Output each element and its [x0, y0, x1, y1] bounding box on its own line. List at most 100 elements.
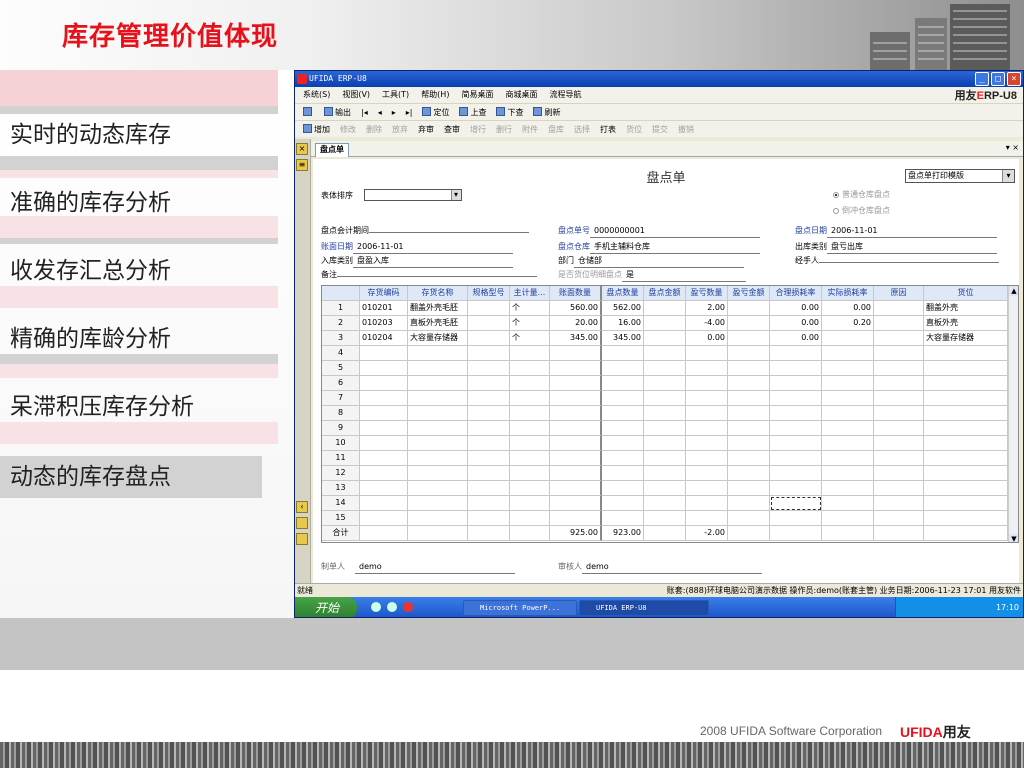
folder-icon[interactable] — [296, 517, 308, 529]
table-cell[interactable] — [924, 421, 1008, 436]
table-cell[interactable] — [468, 451, 510, 466]
table-cell[interactable] — [644, 421, 686, 436]
table-cell[interactable] — [468, 376, 510, 391]
table-cell[interactable] — [924, 361, 1008, 376]
table-row-12[interactable]: 12 — [322, 466, 1008, 481]
table-cell[interactable] — [550, 511, 602, 526]
start-button[interactable]: 开始 — [295, 597, 357, 617]
table-cell[interactable] — [770, 406, 822, 421]
menu-help[interactable]: 帮助(H) — [421, 87, 449, 103]
table-cell[interactable] — [728, 391, 770, 406]
table-cell[interactable] — [770, 526, 822, 541]
table-cell[interactable]: 010204 — [360, 331, 408, 346]
table-cell[interactable] — [360, 361, 408, 376]
column-header[interactable]: 规格型号 — [468, 286, 510, 301]
table-cell[interactable] — [602, 406, 644, 421]
table-cell[interactable] — [770, 481, 822, 496]
table-cell[interactable] — [822, 346, 874, 361]
table-cell[interactable]: 0.20 — [822, 316, 874, 331]
grid-header[interactable]: 存货编码 存货名称 规格型号 主计量... 账面数量 盘点数量 盘点金额 盈亏数量 盈亏金额 合理… — [322, 286, 1008, 301]
table-cell[interactable] — [468, 436, 510, 451]
table-cell[interactable] — [408, 391, 468, 406]
table-cell[interactable] — [550, 376, 602, 391]
print-button[interactable] — [303, 104, 314, 120]
table-cell[interactable] — [408, 526, 468, 541]
table-cell[interactable] — [770, 436, 822, 451]
table-cell[interactable] — [924, 451, 1008, 466]
auditor-input[interactable]: demo — [582, 561, 762, 574]
table-cell[interactable] — [686, 391, 728, 406]
table-cell[interactable] — [822, 466, 874, 481]
unaudit-button[interactable]: 弃审 — [418, 121, 434, 137]
table-cell[interactable] — [644, 406, 686, 421]
table-row-13[interactable]: 13 — [322, 481, 1008, 496]
table-cell[interactable] — [770, 421, 822, 436]
table-cell[interactable] — [550, 451, 602, 466]
table-cell[interactable] — [728, 421, 770, 436]
column-header[interactable]: 合理损耗率 — [770, 286, 822, 301]
prev-record-button[interactable]: ◂ — [378, 104, 382, 120]
u8-icon[interactable] — [403, 602, 413, 612]
table-cell[interactable] — [822, 526, 874, 541]
print-table-button[interactable]: 打表 — [600, 121, 616, 137]
table-cell[interactable] — [728, 496, 770, 511]
pin-icon[interactable]: ≡ — [296, 159, 308, 171]
table-cell[interactable] — [728, 331, 770, 346]
discard-button[interactable]: 放弃 — [392, 121, 408, 137]
table-cell[interactable] — [644, 511, 686, 526]
table-cell[interactable]: 0.00 — [822, 301, 874, 316]
sort-select[interactable]: ▾ — [363, 189, 462, 201]
table-cell[interactable]: 2 — [322, 316, 360, 331]
table-cell[interactable] — [874, 526, 924, 541]
table-cell[interactable] — [602, 376, 644, 391]
book-date-input[interactable]: 2006-11-01 — [353, 241, 513, 254]
table-row-15[interactable]: 15 — [322, 511, 1008, 526]
table-cell[interactable] — [822, 421, 874, 436]
table-cell[interactable] — [550, 481, 602, 496]
table-cell[interactable] — [728, 511, 770, 526]
table-cell[interactable]: 345.00 — [602, 331, 644, 346]
table-cell[interactable] — [822, 496, 874, 511]
desktop-icon[interactable] — [371, 602, 381, 612]
table-cell[interactable] — [360, 526, 408, 541]
table-cell[interactable] — [644, 496, 686, 511]
table-cell[interactable] — [874, 481, 924, 496]
table-cell[interactable] — [468, 481, 510, 496]
table-row-7[interactable]: 7 — [322, 391, 1008, 406]
table-cell[interactable] — [408, 481, 468, 496]
table-cell[interactable] — [602, 421, 644, 436]
table-cell[interactable] — [408, 361, 468, 376]
table-cell[interactable]: 0.00 — [770, 331, 822, 346]
table-cell[interactable] — [468, 511, 510, 526]
table-cell[interactable]: 13 — [322, 481, 360, 496]
table-cell[interactable]: 大容量存储器 — [408, 331, 468, 346]
table-cell[interactable] — [822, 406, 874, 421]
table-cell[interactable] — [468, 331, 510, 346]
maximize-button[interactable]: □ — [991, 72, 1005, 86]
table-cell[interactable] — [602, 346, 644, 361]
table-cell[interactable] — [874, 331, 924, 346]
table-cell[interactable] — [874, 301, 924, 316]
table-cell[interactable] — [602, 496, 644, 511]
location-button[interactable]: 货位 — [626, 121, 642, 137]
table-cell[interactable]: -2.00 — [686, 526, 728, 541]
table-cell[interactable]: 合计 — [322, 526, 360, 541]
table-cell[interactable]: 直板外壳 — [924, 316, 1008, 331]
table-cell[interactable] — [550, 361, 602, 376]
column-header[interactable] — [322, 286, 360, 301]
table-cell[interactable]: 4 — [322, 346, 360, 361]
table-cell[interactable] — [408, 406, 468, 421]
radio-normal-warehouse[interactable]: 普通仓库盘点 — [833, 189, 890, 200]
column-header[interactable]: 存货名称 — [408, 286, 468, 301]
table-cell[interactable] — [644, 361, 686, 376]
table-cell[interactable]: 010201 — [360, 301, 408, 316]
column-header[interactable]: 盘点数量 — [602, 286, 644, 301]
table-cell[interactable] — [728, 406, 770, 421]
table-cell[interactable] — [924, 526, 1008, 541]
table-cell[interactable] — [822, 511, 874, 526]
table-cell[interactable] — [644, 466, 686, 481]
table-cell[interactable] — [874, 346, 924, 361]
table-cell[interactable]: 5 — [322, 361, 360, 376]
table-cell[interactable]: 2.00 — [686, 301, 728, 316]
close-button[interactable]: × — [1007, 72, 1021, 86]
